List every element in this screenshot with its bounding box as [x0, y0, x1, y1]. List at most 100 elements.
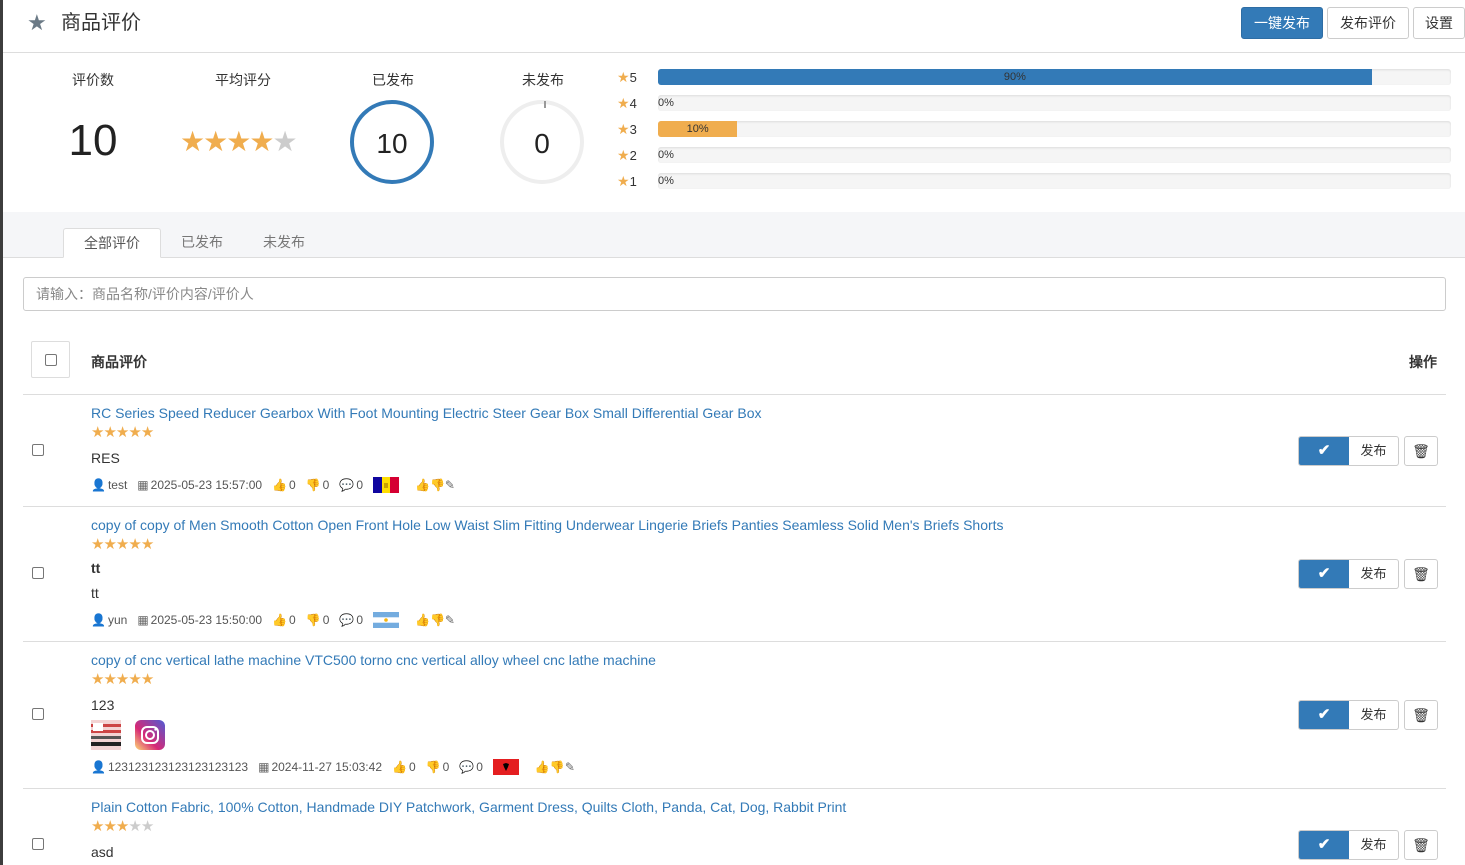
like-count-value: 0 — [289, 613, 296, 627]
row-checkbox[interactable] — [32, 567, 44, 579]
dislike-edit-icon[interactable]: 👎 — [550, 760, 565, 774]
product-name-link[interactable]: Plain Cotton Fabric, 100% Cotton, Handma… — [91, 799, 846, 815]
rating-row-5: ★5 90% — [617, 69, 1451, 85]
star-icon: ★ — [617, 173, 630, 189]
product-name-link[interactable]: copy of copy of Men Smooth Cotton Open F… — [91, 517, 1004, 533]
star-filled-icon: ★ — [103, 671, 116, 688]
column-header-review: 商品评价 — [91, 354, 147, 370]
delete-button[interactable]: 🗑 — [1404, 700, 1438, 730]
check-icon: ✔ — [1317, 565, 1331, 582]
rating-percent: 0% — [658, 149, 674, 161]
review-rating-stars: ★★★★★ — [91, 818, 154, 835]
dislike-count: 👎 0 — [426, 758, 450, 776]
rating-star-number: 5 — [629, 70, 637, 85]
star-filled-icon: ★ — [91, 536, 104, 553]
comment-count: 💬 0 — [339, 611, 363, 629]
row-checkbox[interactable] — [32, 708, 44, 720]
calendar-icon: ▦ — [137, 613, 149, 627]
rating-row-1: ★1 0% — [617, 173, 1451, 189]
review-image-thumbnail[interactable] — [91, 720, 121, 750]
rating-star-label: ★3 — [617, 121, 637, 138]
published-count-value: 10 — [376, 128, 408, 159]
publish-toggle-group: ✔ 发布 — [1298, 436, 1399, 466]
check-button[interactable]: ✔ — [1299, 831, 1349, 859]
star-filled-icon: ★ — [103, 424, 116, 441]
publish-button[interactable]: 发布 — [1349, 831, 1398, 859]
like-edit-icon[interactable]: 👍 — [535, 760, 550, 774]
like-count: 👍 0 — [392, 758, 416, 776]
row-checkbox[interactable] — [32, 838, 44, 850]
comment-icon: 💬 — [459, 760, 475, 774]
review-date-value: 2025-05-23 15:50:00 — [150, 613, 263, 627]
review-edit-actions[interactable]: 👍👎✎ — [415, 478, 455, 492]
user-icon: 👤 — [91, 760, 106, 774]
check-button[interactable]: ✔ — [1299, 437, 1349, 465]
review-author-value: yun — [107, 613, 128, 627]
instagram-icon[interactable] — [135, 720, 165, 750]
page-title: 商品评价 — [61, 12, 141, 34]
rating-row-2: ★2 0% — [617, 147, 1451, 163]
trash-icon: 🗑 — [1412, 566, 1430, 582]
check-button[interactable]: ✔ — [1299, 701, 1349, 729]
review-meta: 👤 test ▦ 2025-05-23 15:57:00 👍 0 👎 0 💬 0 👍👎✎ — [91, 476, 455, 494]
review-meta: 👤 123123123123123123123 ▦ 2024-11-27 15:03:… — [91, 758, 575, 776]
dislike-edit-icon[interactable]: 👎 — [430, 478, 445, 492]
comment-count-value: 0 — [476, 760, 483, 774]
rating-progress-bar — [658, 173, 1451, 189]
thumbs-down-icon: 👎 — [425, 760, 441, 774]
review-rating-stars: ★★★★★ — [91, 536, 154, 553]
delete-button[interactable]: 🗑 — [1404, 830, 1438, 860]
rating-progress-bar — [658, 95, 1451, 111]
published-label: 已发布 — [372, 72, 414, 88]
star-filled-icon: ★ — [128, 671, 141, 688]
review-edit-actions[interactable]: 👍👎✎ — [535, 760, 575, 774]
comment-icon: 💬 — [339, 613, 355, 627]
dislike-edit-icon[interactable]: 👎 — [430, 613, 445, 627]
like-edit-icon[interactable]: 👍 — [415, 478, 430, 492]
review-date-value: 2024-11-27 15:03:42 — [271, 760, 382, 774]
pencil-icon[interactable]: ✎ — [445, 613, 455, 627]
tab-all-reviews[interactable]: 全部评价 — [63, 228, 161, 258]
tab-published[interactable]: 已发布 — [169, 228, 235, 257]
review-author: 👤 123123123123123123123 — [91, 758, 248, 776]
pencil-icon[interactable]: ✎ — [565, 760, 575, 774]
rating-progress-fill: 10% — [658, 121, 738, 137]
publish-toggle-group: ✔ 发布 — [1298, 830, 1399, 860]
pencil-icon[interactable]: ✎ — [445, 478, 455, 492]
post-review-button[interactable]: 发布评价 — [1327, 7, 1409, 39]
review-content: tt — [91, 585, 99, 601]
publish-toggle-group: ✔ 发布 — [1298, 700, 1399, 730]
like-edit-icon[interactable]: 👍 — [415, 613, 430, 627]
publish-button[interactable]: 发布 — [1349, 560, 1398, 588]
row-divider — [23, 641, 1446, 642]
delete-button[interactable]: 🗑 — [1404, 559, 1438, 589]
publish-all-button[interactable]: 一键发布 — [1241, 7, 1323, 39]
product-name-link[interactable]: copy of cnc vertical lathe machine VTC50… — [91, 652, 656, 668]
tab-unpublished[interactable]: 未发布 — [251, 228, 317, 257]
page-header: ★ 商品评价 一键发布 发布评价 设置 — [3, 0, 1465, 53]
product-name-link[interactable]: RC Series Speed Reducer Gearbox With Foo… — [91, 405, 761, 421]
publish-button[interactable]: 发布 — [1349, 437, 1398, 465]
star-filled-icon: ★ — [128, 424, 141, 441]
review-edit-actions[interactable]: 👍👎✎ — [415, 613, 455, 627]
row-divider — [23, 394, 1446, 395]
trash-icon: 🗑 — [1412, 837, 1430, 853]
check-button[interactable]: ✔ — [1299, 560, 1349, 588]
rating-star-number: 2 — [629, 148, 637, 163]
review-content: 123 — [91, 697, 115, 713]
star-filled-icon: ★ — [91, 818, 104, 835]
star-icon: ★ — [617, 69, 630, 85]
review-date: ▦ 2025-05-23 15:50:00 — [137, 611, 262, 629]
search-input[interactable] — [23, 277, 1446, 311]
select-all-checkbox[interactable] — [45, 354, 57, 366]
comment-count: 💬 0 — [339, 476, 363, 494]
row-checkbox[interactable] — [32, 444, 44, 456]
rating-progress-bar — [658, 147, 1451, 163]
publish-button[interactable]: 发布 — [1349, 701, 1398, 729]
review-author-value: 123123123123123123123 — [107, 760, 249, 774]
trash-icon: 🗑 — [1412, 443, 1430, 459]
thumbs-down-icon: 👎 — [305, 613, 321, 627]
delete-button[interactable]: 🗑 — [1404, 436, 1438, 466]
settings-button[interactable]: 设置 — [1413, 7, 1465, 39]
review-content: RES — [91, 450, 120, 466]
